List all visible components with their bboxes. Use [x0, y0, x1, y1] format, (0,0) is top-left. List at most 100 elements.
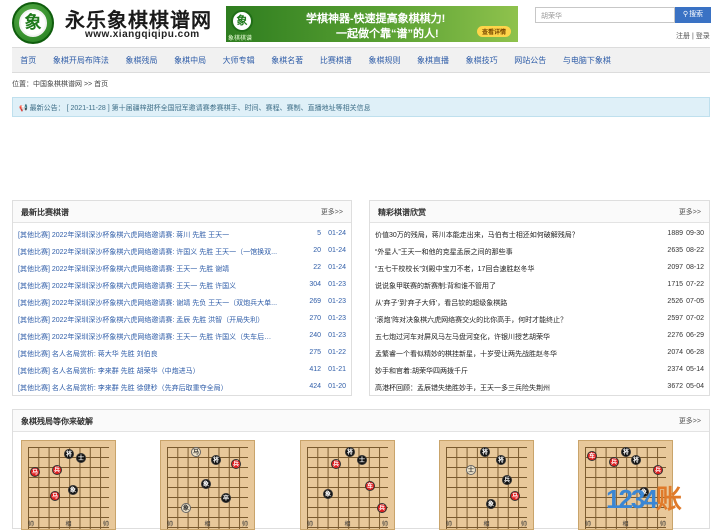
list-item[interactable]: 说说象甲联赛的新赛制:背和谁不管用了 1715 07-22	[370, 277, 709, 294]
list-item-title[interactable]: [其他比赛] 名人名局赏析: 李来群 先胜 胡荣华（中炮进马）	[18, 366, 278, 376]
board-labels: 帅相帅	[585, 519, 666, 528]
nav-item-announcements[interactable]: 网站公告	[506, 55, 555, 66]
chess-piece: 象	[68, 485, 78, 495]
nav-item-openings[interactable]: 象棋开局布阵法	[45, 55, 118, 66]
nav-item-middlegame[interactable]: 象棋中局	[166, 55, 215, 66]
list-item-title[interactable]: 五七炮过河车对屏风马左马盘河变化，许银川授艺胡荣华	[375, 332, 655, 342]
main-nav: 首页 象棋开局布阵法 象棋残局 象棋中局 大师专辑 象棋名著 比赛棋谱 象棋规则…	[12, 47, 710, 73]
endgame-board[interactable]: 将 士 兵 马 马 象 帅 相 帅	[21, 440, 116, 530]
list-item-title[interactable]: [其他比赛] 2022年深圳深沙杯象棋六虎网络邀请赛: 王天一 先胜 许国义（失…	[18, 332, 278, 342]
list-item-date: 09-30	[686, 230, 704, 237]
list-item[interactable]: [其他比赛] 2022年深圳深沙杯象棋六虎网络邀请赛: 许国义 先胜 王天一（一…	[13, 243, 351, 260]
list-item-date: 01-20	[328, 383, 346, 390]
list-item-count: 2526	[667, 298, 683, 305]
login-link[interactable]: 登录	[696, 33, 710, 40]
promo-banner[interactable]: 象 象棋棋谱 学棋神器-快速提高象棋棋力! 一起做个靠“谱”的人! 查看详情	[226, 6, 518, 42]
list-item[interactable]: 五七炮过河车对屏风马左马盘河变化，许银川授艺胡荣华 2276 06-29	[370, 328, 709, 345]
banner-subline: 一起做个靠“谱”的人!	[336, 28, 439, 40]
nav-item-matches[interactable]: 比赛棋谱	[312, 55, 361, 66]
chess-piece: 将	[211, 455, 221, 465]
board-grid	[446, 447, 527, 529]
notice-text[interactable]: 第十届疆梓甜杯全国冠军邀请赛参赛棋手、时间、赛程、赛制、直播地址等相关信息	[112, 105, 371, 112]
panel-header: 最新比赛棋谱 更多>>	[13, 201, 351, 223]
list-item-title[interactable]: 妙手和官着:胡荣华四两拨千斤	[375, 366, 655, 376]
register-link[interactable]: 注册	[676, 33, 690, 40]
list-item-title[interactable]: [其他比赛] 2022年深圳深沙杯象棋六虎网络邀请赛: 谢靖 先负 王天一（双炮…	[18, 298, 278, 308]
list-item-title[interactable]: “外星人”王天一和他的克星孟辰之间的那些事	[375, 247, 655, 257]
list-item[interactable]: [其他比赛] 名人名局赏析: 蒋大华 先胜 刘伯良 275 01-22	[13, 345, 351, 362]
endgame-board[interactable]: 马 将 兵 象 卒 象 帅 相 帅	[160, 440, 255, 530]
list-item-title[interactable]: ‘滚炮’阵对决象棋六虎网络赛交火的比你高手，何时才能终止？	[375, 315, 655, 325]
site-logo[interactable]: 象 永乐象棋棋谱网 www.xiangqiqipu.com	[12, 2, 212, 44]
list-item-title[interactable]: [其他比赛] 2022年深圳深沙杯象棋六虎网络邀请赛: 王天一 先胜 谢靖	[18, 264, 278, 274]
chess-piece: 将	[345, 447, 355, 457]
list-item-count: 22	[313, 264, 321, 271]
list-item[interactable]: “五七干校校长”刘殿中宝刀不老，17回合速胜赵冬华 2097 08-12	[370, 260, 709, 277]
list-item-title[interactable]: [其他比赛] 名人名局赏析: 李来群 先胜 徐健秒（先弃后取重夺全局）	[18, 383, 278, 393]
auth-links: 注册 | 登录	[676, 31, 710, 41]
list-item-title[interactable]: 从‘弃子’到‘弃子大师’，看吕钦的超级象棋路	[375, 298, 655, 308]
list-item[interactable]: ‘滚炮’阵对决象棋六虎网络赛交火的比你高手，何时才能终止？ 2597 07-02	[370, 311, 709, 328]
list-item[interactable]: [其他比赛] 名人名局赏析: 李来群 先胜 胡荣华（中炮进马） 412 01-21	[13, 362, 351, 379]
board-label: 相	[65, 522, 72, 528]
board-label: 帅	[381, 522, 388, 528]
watermark: 1234账	[606, 479, 682, 516]
list-item-count: 2074	[667, 349, 683, 356]
list-item-date: 07-22	[686, 281, 704, 288]
list-item[interactable]: 从‘弃子’到‘弃子大师’，看吕钦的超级象棋路 2526 07-05	[370, 294, 709, 311]
nav-item-endgames[interactable]: 象棋残局	[117, 55, 166, 66]
banner-detail-button[interactable]: 查看详情	[477, 26, 512, 37]
notice-bar[interactable]: 📢 最新公告： [ 2021-11-28 ] 第十届疆梓甜杯全国冠军邀请赛参赛棋…	[12, 97, 710, 117]
search-input[interactable]: 胡荣华	[535, 7, 675, 23]
nav-item-live[interactable]: 象棋直播	[409, 55, 458, 66]
list-item-title[interactable]: [其他比赛] 2022年深圳深沙杯象棋六虎网络邀请赛: 许国义 先胜 王天一（一…	[18, 247, 278, 257]
list-item-count: 424	[309, 383, 321, 390]
list-item[interactable]: 孟繁睿一个看似精妙的棋挂新星，十岁受让两先战胜赵冬华 2074 06-28	[370, 345, 709, 362]
list-item[interactable]: 妙手和官着:胡荣华四两拨千斤 2374 05-14	[370, 362, 709, 379]
list-item-date: 07-02	[686, 315, 704, 322]
endgame-board[interactable]: 兵 将 士 车 象 兵 帅 相 帅	[300, 440, 395, 530]
board-label: 帅	[520, 522, 527, 528]
list-item-title[interactable]: 价值30万的残局，蒋川本能走出来，马伯有士相还如何破解残局？	[375, 230, 655, 240]
nav-item-masters[interactable]: 大师专辑	[214, 55, 263, 66]
list-item-count: 2635	[667, 247, 683, 254]
search-button[interactable]: ⚲搜索	[675, 7, 711, 23]
list-item-title[interactable]: 说说象甲联赛的新赛制:背和谁不管用了	[375, 281, 655, 291]
list-item[interactable]: 高港杯回顾：孟辰错失绝胜妙手，王天一多三兵险失荆州 3672 05-04	[370, 379, 709, 396]
more-link[interactable]: 更多>>	[679, 207, 701, 217]
list-item[interactable]: [其他比赛] 2022年深圳深沙杯象棋六虎网络邀请赛: 孟辰 先胜 洪智（开局失…	[13, 311, 351, 328]
chess-piece: 兵	[502, 475, 512, 485]
nav-item-home[interactable]: 首页	[12, 55, 45, 66]
list-item[interactable]: [其他比赛] 2022年深圳深沙杯象棋六虎网络邀请赛: 蒋川 先胜 王天一 5 01…	[13, 226, 351, 243]
more-link[interactable]: 更多>>	[321, 207, 343, 217]
chess-piece: 卒	[221, 493, 231, 503]
list-item-title[interactable]: [其他比赛] 2022年深圳深沙杯象棋六虎网络邀请赛: 王天一 先胜 许国义	[18, 281, 278, 291]
panel-header: 精彩棋谱欣赏 更多>>	[370, 201, 709, 223]
chess-piece: 兵	[377, 503, 387, 513]
list-item-count: 304	[309, 281, 321, 288]
list-item[interactable]: “外星人”王天一和他的克星孟辰之间的那些事 2635 08-22	[370, 243, 709, 260]
list-item-count: 2276	[667, 332, 683, 339]
list-item[interactable]: 价值30万的残局，蒋川本能走出来，马伯有士相还如何破解残局？ 1889 09-30	[370, 226, 709, 243]
list-item-title[interactable]: 孟繁睿一个看似精妙的棋挂新星，十岁受让两先战胜赵冬华	[375, 349, 655, 359]
nav-item-classics[interactable]: 象棋名著	[263, 55, 312, 66]
list-item-title[interactable]: [其他比赛] 2022年深圳深沙杯象棋六虎网络邀请赛: 蒋川 先胜 王天一	[18, 230, 278, 240]
list-item-date: 08-12	[686, 264, 704, 271]
list-item[interactable]: [其他比赛] 2022年深圳深沙杯象棋六虎网络邀请赛: 王天一 先胜 许国义 30…	[13, 277, 351, 294]
nav-item-tips[interactable]: 象棋技巧	[457, 55, 506, 66]
list-item-title[interactable]: “五七干校校长”刘殿中宝刀不老，17回合速胜赵冬华	[375, 264, 655, 274]
list-item-title[interactable]: [其他比赛] 2022年深圳深沙杯象棋六虎网络邀请赛: 孟辰 先胜 洪智（开局失…	[18, 315, 278, 325]
list-item[interactable]: [其他比赛] 名人名局赏析: 李来群 先胜 徐健秒（先弃后取重夺全局） 424 01…	[13, 379, 351, 396]
chess-piece: 士	[357, 455, 367, 465]
list-item-title[interactable]: 高港杯回顾：孟辰错失绝胜妙手，王天一多三兵险失荆州	[375, 383, 655, 393]
board-label: 相	[622, 522, 629, 528]
list-item[interactable]: [其他比赛] 2022年深圳深沙杯象棋六虎网络邀请赛: 王天一 先胜 谢靖 22 0…	[13, 260, 351, 277]
endgame-board[interactable]: 将 将 士 兵 马 象 帅 相 帅	[439, 440, 534, 530]
list-item-title[interactable]: [其他比赛] 名人名局赏析: 蒋大华 先胜 刘伯良	[18, 349, 278, 359]
list-item[interactable]: [其他比赛] 2022年深圳深沙杯象棋六虎网络邀请赛: 王天一 先胜 许国义（失…	[13, 328, 351, 345]
nav-item-rules[interactable]: 象棋规则	[360, 55, 409, 66]
more-link[interactable]: 更多>>	[679, 416, 701, 426]
board-label: 相	[483, 522, 490, 528]
list-item[interactable]: [其他比赛] 2022年深圳深沙杯象棋六虎网络邀请赛: 谢靖 先负 王天一（双炮…	[13, 294, 351, 311]
nav-item-play-computer[interactable]: 与电脑下象棋	[555, 55, 620, 66]
